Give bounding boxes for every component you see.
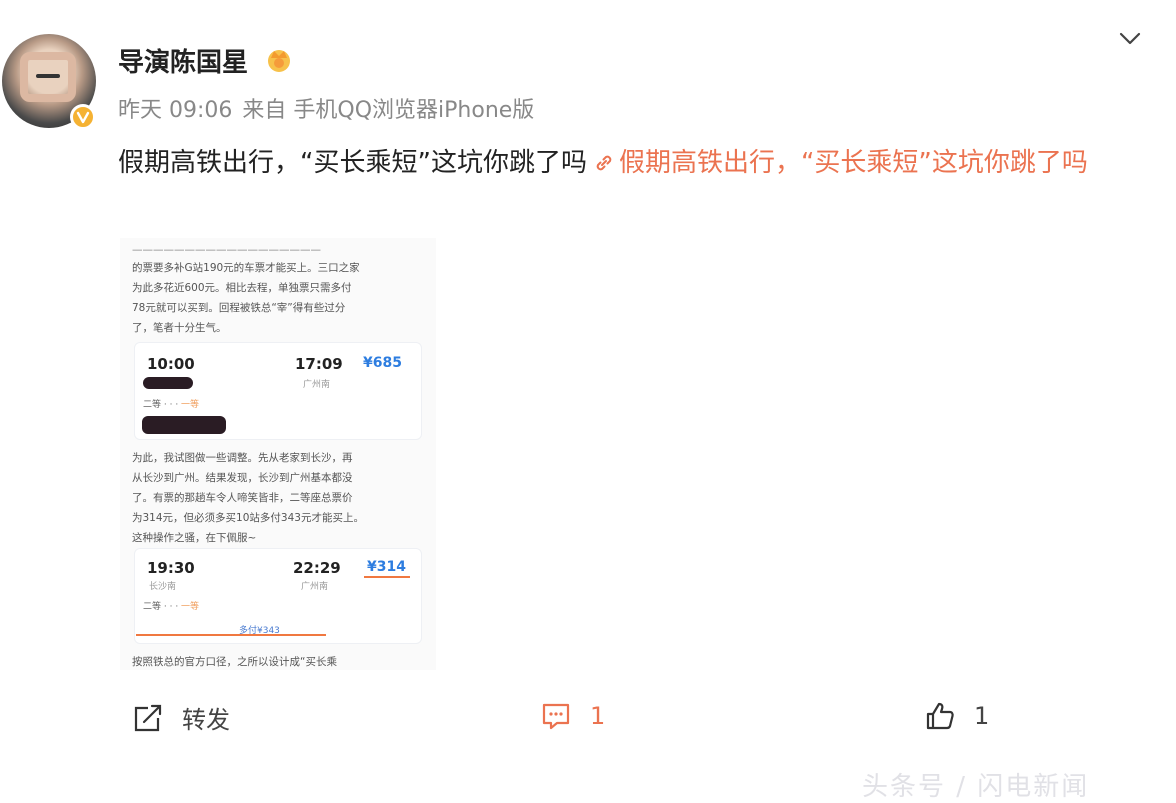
image-text-line: —————————————————— bbox=[132, 244, 321, 256]
crown-icon bbox=[268, 50, 290, 72]
like-button[interactable]: 1 bbox=[924, 700, 989, 732]
redaction-mark bbox=[143, 377, 193, 389]
image-text-line: 为此，我试图做一些调整。先从老家到长沙，再 bbox=[132, 452, 353, 464]
article-link[interactable]: 假期高铁出行，“买长乘短”这坑你跳了吗 bbox=[619, 148, 1088, 178]
depart-time: 19:30 bbox=[147, 559, 195, 577]
repost-label: 转发 bbox=[182, 706, 230, 734]
comment-button[interactable]: 1 bbox=[540, 700, 605, 732]
image-text-line: 这种操作之骚，在下佩服~ bbox=[132, 532, 257, 544]
post-text: 假期高铁出行，“买长乘短”这坑你跳了吗 假期高铁出行，“买长乘短”这坑你跳了吗 bbox=[118, 142, 1158, 184]
depart-time: 10:00 bbox=[147, 355, 195, 373]
username[interactable]: 导演陈国星 bbox=[118, 42, 248, 79]
ticket-price: ¥314 bbox=[367, 559, 406, 575]
watermark: 头条号 / 闪电新闻 bbox=[862, 772, 1090, 802]
arrive-station: 广州南 bbox=[301, 582, 329, 592]
ticket-card: 19:30 22:29 ¥314 长沙南 广州南 二等 · · · 一等 多付¥… bbox=[134, 548, 422, 644]
chevron-down-icon[interactable] bbox=[1118, 30, 1142, 48]
post-source: 来自 手机QQ浏览器iPhone版 bbox=[242, 98, 535, 123]
repost-icon bbox=[134, 704, 162, 731]
arrive-time: 17:09 bbox=[295, 355, 343, 373]
arrive-time: 22:29 bbox=[293, 559, 341, 577]
like-icon bbox=[926, 702, 954, 730]
verified-icon bbox=[70, 104, 96, 130]
redaction-mark bbox=[142, 416, 226, 434]
image-text-line: 为314元，但必须多买10站多付343元才能买上。 bbox=[132, 512, 364, 524]
depart-station: 长沙南 bbox=[149, 582, 177, 592]
highlight-underline bbox=[136, 634, 326, 636]
image-text-line: 78元就可以买到。回程被铁总“宰”得有些过分 bbox=[132, 302, 346, 314]
image-text-line: 的票要多补G站190元的车票才能买上。三口之家 bbox=[132, 262, 360, 274]
highlight-underline bbox=[364, 576, 410, 578]
avatar-eyes bbox=[36, 74, 60, 78]
comment-icon bbox=[542, 703, 570, 730]
link-icon bbox=[596, 155, 612, 171]
image-text-line: 了。有票的那趟车令人啼笑皆非，二等座总票价 bbox=[132, 492, 353, 504]
arrive-station: 广州南 bbox=[303, 380, 331, 390]
image-text-line: 从长沙到广州。结果发现，长沙到广州基本都没 bbox=[132, 472, 353, 484]
like-count: 1 bbox=[974, 702, 990, 730]
post-body-text: 假期高铁出行，“买长乘短”这坑你跳了吗 bbox=[118, 148, 587, 178]
post-time[interactable]: 昨天 09:06 bbox=[118, 98, 232, 123]
seat-row: 二等 · · · 一等 bbox=[143, 602, 200, 612]
post-meta: 昨天 09:06 来自 手机QQ浏览器iPhone版 bbox=[118, 92, 544, 124]
action-bar: 转发 1 1 bbox=[0, 700, 1176, 750]
image-text-line: 按照铁总的官方口径，之所以设计成“买长乘 bbox=[132, 656, 337, 668]
post-image[interactable]: —————————————————— 的票要多补G站190元的车票才能买上。三口… bbox=[120, 238, 436, 670]
seat-row: 二等 · · · 一等 bbox=[143, 400, 200, 410]
ticket-price: ¥685 bbox=[363, 355, 402, 371]
repost-button[interactable]: 转发 bbox=[132, 700, 230, 735]
comment-count: 1 bbox=[590, 702, 606, 730]
weibo-post: 导演陈国星 昨天 09:06 来自 手机QQ浏览器iPhone版 假期高铁出行，“… bbox=[0, 0, 1176, 802]
image-text-line: 为此多花近600元。相比去程，单独票只需多付 bbox=[132, 282, 352, 294]
image-text-line: 了，笔者十分生气。 bbox=[132, 322, 227, 334]
